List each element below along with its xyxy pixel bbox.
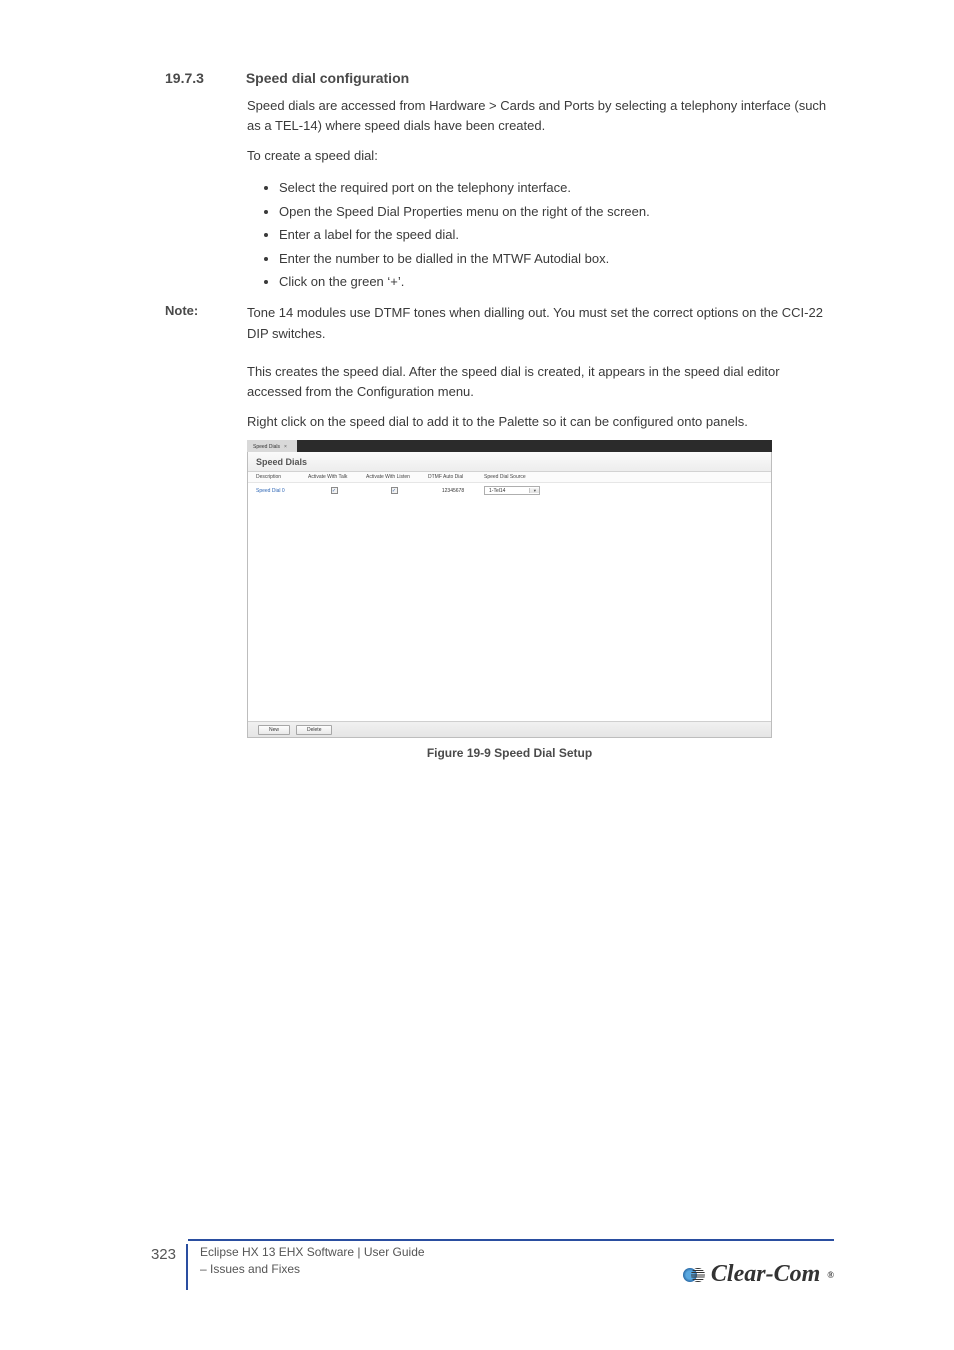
dropdown-value: 1-Tel14: [485, 488, 529, 494]
section-heading: 19.7.3 Speed dial configuration: [165, 70, 834, 86]
step-item: Select the required port on the telephon…: [279, 176, 834, 199]
page-footer: 323 Eclipse HX 13 EHX Software | User Gu…: [122, 1239, 834, 1290]
note-text: Tone 14 modules use DTMF tones when dial…: [247, 303, 834, 343]
rightclick-paragraph: Right click on the speed dial to add it …: [247, 412, 834, 432]
logo-icon: [683, 1264, 705, 1286]
step-item: Open the Speed Dial Properties menu on t…: [279, 200, 834, 223]
figure-body: Speed Dials Description Activate With Ta…: [247, 452, 772, 738]
col-autodial: DTMF Auto Dial: [428, 474, 478, 480]
step-item: Enter a label for the speed dial.: [279, 223, 834, 246]
result-paragraph: This creates the speed dial. After the s…: [247, 362, 834, 402]
section-number: 19.7.3: [165, 70, 204, 86]
col-description: Description: [256, 474, 302, 480]
intro-paragraph: Speed dials are accessed from Hardware >…: [247, 96, 834, 136]
row-source: 1-Tel14 ▼: [484, 486, 540, 495]
tab-label: Speed Dials: [253, 444, 280, 450]
figure-caption: Figure 19-9 Speed Dial Setup: [247, 746, 772, 760]
col-activate-listen: Activate With Listen: [366, 474, 422, 480]
col-source: Speed Dial Source: [484, 474, 771, 480]
footer-line1: Eclipse HX 13 EHX Software | User Guide: [200, 1244, 425, 1261]
panel-title: Speed Dials: [248, 452, 771, 472]
new-button[interactable]: New: [258, 725, 290, 735]
col-activate-talk: Activate With Talk: [308, 474, 360, 480]
delete-button[interactable]: Delete: [296, 725, 332, 735]
checkbox-awl[interactable]: ✓: [391, 487, 398, 494]
brand-text: Clear-Com: [711, 1261, 820, 1288]
note-block: Note: Tone 14 modules use DTMF tones whe…: [165, 303, 834, 343]
row-autodial[interactable]: 12345678: [428, 488, 478, 494]
table-row[interactable]: Speed Dial 0 ✓ ✓ 12345678 1-Tel14 ▼: [248, 483, 771, 498]
chevron-down-icon: ▼: [529, 488, 539, 493]
page-number: 323: [122, 1244, 188, 1290]
row-description[interactable]: Speed Dial 0: [256, 488, 302, 494]
brand-logo: Clear-Com ®: [683, 1261, 834, 1288]
column-headers: Description Activate With Talk Activate …: [248, 472, 771, 483]
row-activate-listen: ✓: [366, 487, 422, 494]
to-create-line: To create a speed dial:: [247, 146, 834, 166]
footer-text: Eclipse HX 13 EHX Software | User Guide …: [188, 1244, 425, 1278]
figure-window-bar: Speed Dials ×: [247, 440, 772, 452]
step-item: Enter the number to be dialled in the MT…: [279, 247, 834, 270]
row-activate-talk: ✓: [308, 487, 360, 494]
figure-footer: New Delete: [248, 721, 771, 737]
step-item: Click on the green ‘+’.: [279, 270, 834, 293]
note-label: Note:: [165, 303, 225, 343]
page-body: 19.7.3 Speed dial configuration Speed di…: [165, 70, 834, 776]
tab-speed-dials[interactable]: Speed Dials ×: [247, 440, 297, 452]
source-dropdown[interactable]: 1-Tel14 ▼: [484, 486, 540, 495]
checkbox-awt[interactable]: ✓: [331, 487, 338, 494]
close-icon[interactable]: ×: [284, 444, 287, 450]
section-title: Speed dial configuration: [246, 70, 409, 86]
footer-line2: – Issues and Fixes: [200, 1261, 425, 1278]
registered-icon: ®: [827, 1270, 834, 1280]
footer-rule: [188, 1239, 834, 1241]
speed-dial-figure: Speed Dials × Speed Dials Description Ac…: [247, 440, 772, 738]
steps-list: Select the required port on the telephon…: [265, 176, 834, 293]
